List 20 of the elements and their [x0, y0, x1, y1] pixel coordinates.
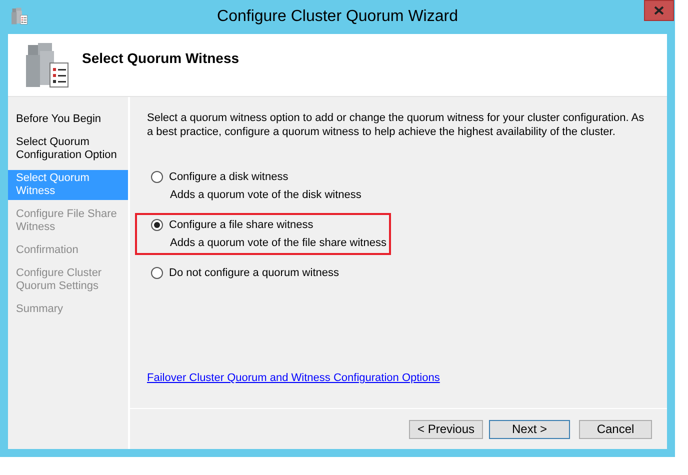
page-title: Select Quorum Witness	[82, 50, 240, 66]
option-label[interactable]: Configure a disk witness	[169, 171, 288, 183]
wizard-button[interactable]: < Previous	[409, 420, 483, 438]
option-hint: Adds a quorum vote of the file share witness	[170, 237, 388, 249]
wizard-button[interactable]: Cancel	[579, 420, 652, 438]
description-text: Select a quorum witness option to add or change the quorum witness for your cluster configuration. As a best practice, configure a quorum witness to help achieve the highest availability of the cluster.	[147, 111, 646, 139]
radio-button[interactable]	[151, 267, 163, 279]
option-hint: Adds a quorum vote of the disk witness	[170, 189, 362, 201]
wizard-step[interactable]: Select Quorum Configuration Option	[8, 134, 128, 164]
help-link[interactable]: Failover Cluster Quorum and Witness Configuration Options	[147, 372, 440, 384]
option-label[interactable]: Do not configure a quorum witness	[169, 267, 339, 279]
wizard-button[interactable]: Next >	[489, 420, 570, 438]
close-button[interactable]	[644, 0, 674, 21]
radio-button[interactable]	[151, 219, 163, 231]
option-label[interactable]: Configure a file share witness	[169, 219, 314, 231]
wizard-step[interactable]: Before You Begin	[8, 111, 128, 128]
radio-button[interactable]	[151, 171, 163, 183]
cluster-icon	[10, 6, 28, 24]
window-title: Configure Cluster Quorum Wizard	[216, 8, 459, 26]
close-icon	[654, 6, 664, 15]
